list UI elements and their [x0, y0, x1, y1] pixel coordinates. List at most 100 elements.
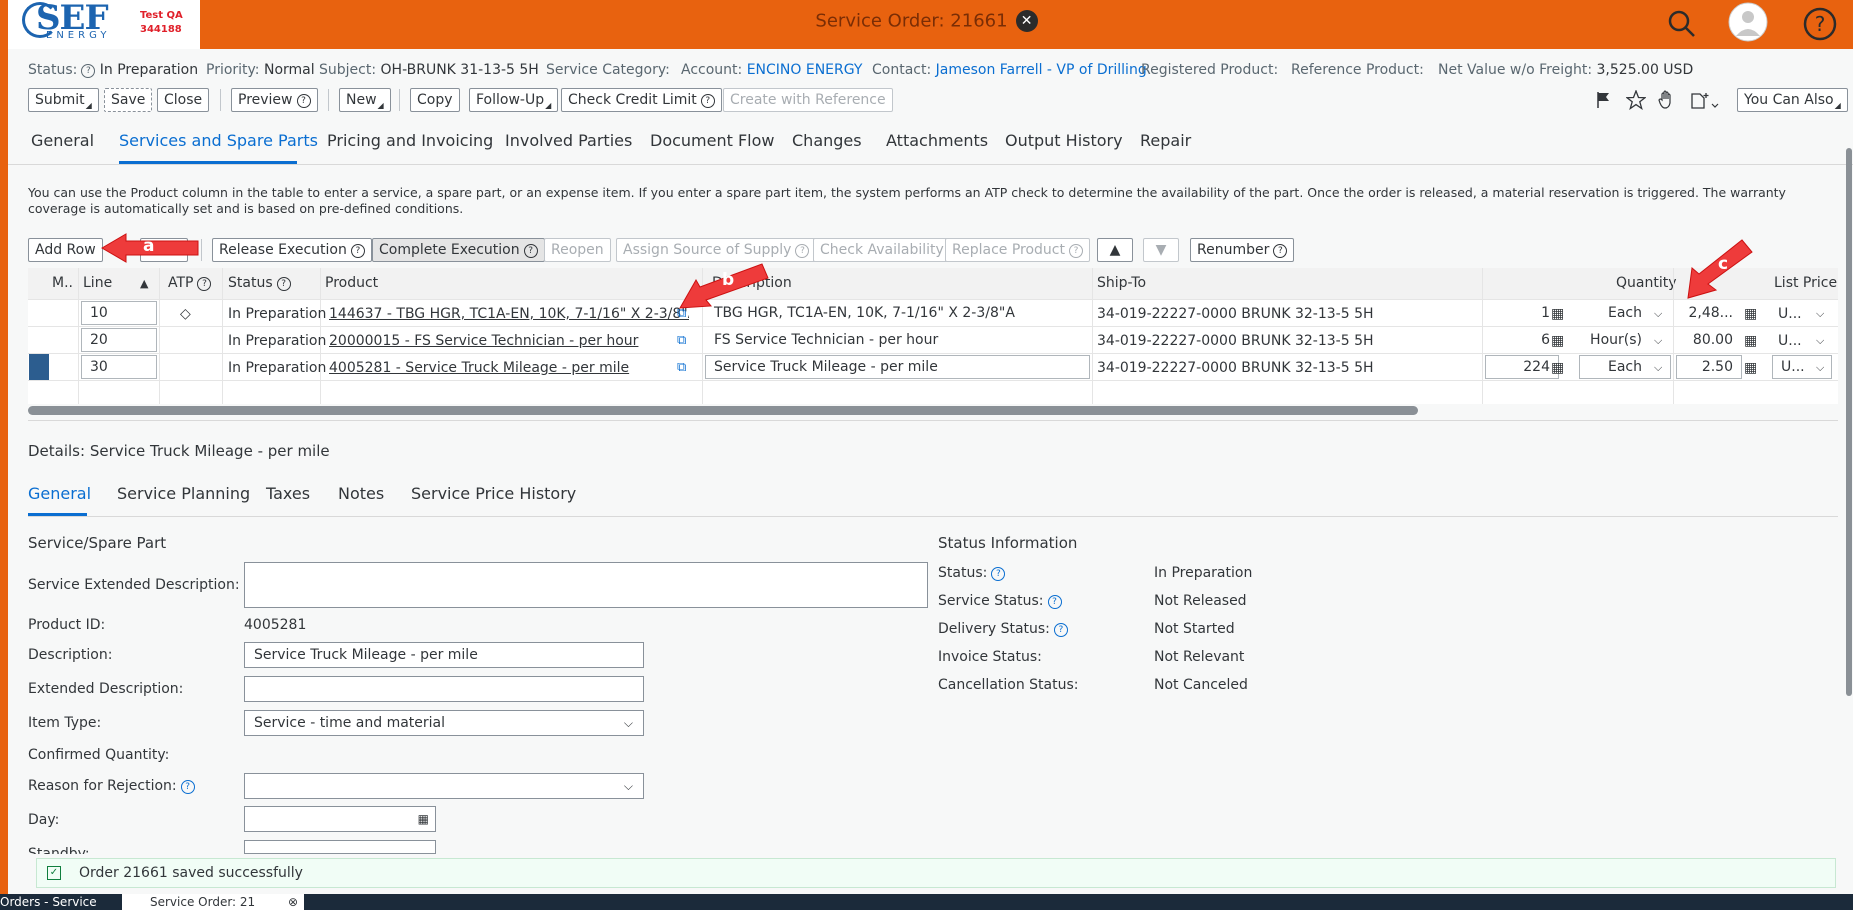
close-icon[interactable]: ⊗	[288, 894, 298, 910]
avatar[interactable]	[1728, 2, 1768, 42]
follow-up-button[interactable]: Follow-Up◢	[469, 88, 559, 112]
tab-involved-parties[interactable]: Involved Parties	[505, 131, 632, 150]
list-price-input[interactable]: 2,48...	[1676, 301, 1742, 325]
chevron-down-icon[interactable]: ⌵	[1816, 328, 1824, 354]
flag-icon[interactable]	[1595, 91, 1611, 109]
hand-icon[interactable]	[1658, 90, 1676, 110]
preview-button[interactable]: Preview?	[231, 88, 318, 112]
create-with-reference-button[interactable]: Create with Reference	[723, 88, 893, 112]
product-link[interactable]: 4005281 - Service Truck Mileage - per mi…	[329, 360, 629, 376]
tab-output-history[interactable]: Output History	[1005, 131, 1123, 150]
tab-pricing-and-invoicing[interactable]: Pricing and Invoicing	[327, 131, 493, 150]
product-link[interactable]: 144637 - TBG HGR, TC1A-EN, 10K, 7-1/16" …	[329, 306, 689, 322]
column-header-atp[interactable]: ATP?	[168, 268, 212, 299]
help-icon[interactable]: ?	[1802, 6, 1838, 42]
vertical-scrollbar[interactable]	[1846, 148, 1852, 696]
details-tab-service-price-history[interactable]: Service Price History	[411, 484, 576, 503]
you-can-also-button[interactable]: You Can Also◢	[1737, 88, 1848, 112]
currency-cell[interactable]: U...	[1778, 301, 1802, 327]
column-header-status[interactable]: Status?	[228, 268, 291, 299]
chevron-down-icon[interactable]: ⌵	[1816, 301, 1824, 327]
close-icon[interactable]: ✕	[1015, 10, 1038, 32]
standby-input[interactable]	[244, 840, 436, 854]
chevron-down-icon[interactable]: ⌵	[1654, 328, 1662, 354]
extended-description-input[interactable]	[244, 676, 644, 702]
open-in-new-window-icon[interactable]: ⧉	[677, 355, 686, 381]
replace-product-button[interactable]: Replace Product?	[945, 238, 1090, 262]
details-tab-taxes[interactable]: Taxes	[266, 484, 310, 503]
calculator-icon[interactable]: ▦	[1744, 328, 1757, 354]
column-header-quantity[interactable]: Quantity	[1616, 268, 1677, 299]
copy-button[interactable]: Copy	[410, 88, 460, 112]
help-icon[interactable]: ?	[81, 64, 96, 78]
details-tab-general[interactable]: General	[28, 484, 91, 503]
contact-link[interactable]: Jameson Farrell - VP of Drilling	[936, 62, 1147, 78]
product-link[interactable]: 20000015 - FS Service Technician - per h…	[329, 333, 638, 349]
tab-repair[interactable]: Repair	[1140, 131, 1191, 150]
new-button[interactable]: New◢	[339, 88, 391, 112]
calculator-icon[interactable]: ▦	[1744, 301, 1757, 327]
quantity-input[interactable]: 6	[1485, 328, 1559, 352]
tab-general[interactable]: General	[31, 131, 94, 150]
horizontal-scrollbar[interactable]	[28, 406, 1418, 415]
calculator-icon[interactable]: ▦	[1551, 355, 1564, 381]
close-button[interactable]: Close	[157, 88, 210, 112]
quantity-input[interactable]: 224	[1485, 355, 1559, 379]
help-icon[interactable]: ?	[991, 567, 1006, 581]
taskbar-item-service-order[interactable]: Service Order: 21 ⊗	[122, 894, 304, 910]
day-input[interactable]: ▦	[244, 806, 436, 832]
quantity-input[interactable]: 1	[1485, 301, 1559, 325]
column-header-list-price[interactable]: List Price	[1774, 268, 1837, 299]
tab-changes[interactable]: Changes	[792, 131, 862, 150]
submit-button[interactable]: Submit◢	[28, 88, 99, 112]
help-icon[interactable]: ?	[1053, 623, 1068, 637]
favorite-star-icon[interactable]	[1626, 90, 1646, 110]
tab-attachments[interactable]: Attachments	[886, 131, 988, 150]
chevron-down-icon[interactable]: ⌵	[1654, 301, 1662, 327]
assign-source-of-supply-button[interactable]: Assign Source of Supply?	[616, 238, 817, 262]
tab-services-and-spare-parts[interactable]: Services and Spare Parts	[119, 131, 318, 150]
release-execution-button[interactable]: Release Execution?	[212, 238, 372, 262]
column-header-m[interactable]: M..	[52, 268, 73, 299]
share-icon[interactable]	[1690, 90, 1720, 110]
reopen-button[interactable]: Reopen	[544, 238, 611, 262]
move-down-button[interactable]: ▼	[1143, 238, 1179, 262]
move-up-button[interactable]: ▲	[1097, 238, 1133, 262]
open-in-new-window-icon[interactable]: ⧉	[677, 328, 686, 354]
help-icon[interactable]: ?	[180, 780, 195, 794]
description-input[interactable]: Service Truck Mileage - per mile	[705, 355, 1090, 379]
help-icon[interactable]: ?	[1047, 595, 1062, 609]
line-input[interactable]: 10	[81, 301, 157, 325]
tab-document-flow[interactable]: Document Flow	[650, 131, 775, 150]
add-row-button[interactable]: Add Row	[28, 238, 103, 262]
description-input[interactable]: Service Truck Mileage - per mile	[244, 642, 644, 668]
service-extended-description-textarea[interactable]	[244, 562, 928, 608]
calculator-icon[interactable]: ▦	[1744, 355, 1757, 381]
chevron-down-icon[interactable]: ⌵	[1654, 355, 1662, 381]
item-type-select[interactable]: Service - time and material ⌵	[244, 710, 644, 736]
details-tab-service-planning[interactable]: Service Planning	[117, 484, 250, 503]
search-icon[interactable]	[1664, 6, 1700, 42]
column-header-product[interactable]: Product	[325, 268, 378, 299]
line-input[interactable]: 30	[81, 355, 157, 379]
calculator-icon[interactable]: ▦	[1551, 301, 1564, 327]
check-credit-limit-button[interactable]: Check Credit Limit?	[561, 88, 722, 112]
list-price-input[interactable]: 2.50	[1676, 355, 1742, 379]
account-link[interactable]: ENCINO ENERGY	[747, 62, 863, 78]
details-tab-notes[interactable]: Notes	[338, 484, 384, 503]
complete-execution-button[interactable]: Complete Execution?	[372, 238, 545, 262]
column-header-ship-to[interactable]: Ship-To	[1097, 268, 1146, 299]
reason-for-rejection-select[interactable]: ⌵	[244, 773, 644, 799]
calculator-icon[interactable]: ▦	[418, 807, 429, 831]
check-availability-button[interactable]: Check Availability	[813, 238, 951, 262]
currency-cell[interactable]: U...	[1778, 328, 1802, 354]
column-header-line[interactable]: Line	[83, 268, 112, 299]
line-input[interactable]: 20	[81, 328, 157, 352]
save-button[interactable]: Save	[104, 88, 153, 112]
list-price-input[interactable]: 80.00	[1676, 328, 1742, 352]
taskbar-item-orders[interactable]: Orders - Service	[0, 894, 97, 910]
renumber-button[interactable]: Renumber?	[1190, 238, 1295, 262]
row-selector[interactable]	[29, 354, 49, 380]
calculator-icon[interactable]: ▦	[1551, 328, 1564, 354]
description-input[interactable]: FS Service Technician - per hour	[705, 328, 1090, 352]
